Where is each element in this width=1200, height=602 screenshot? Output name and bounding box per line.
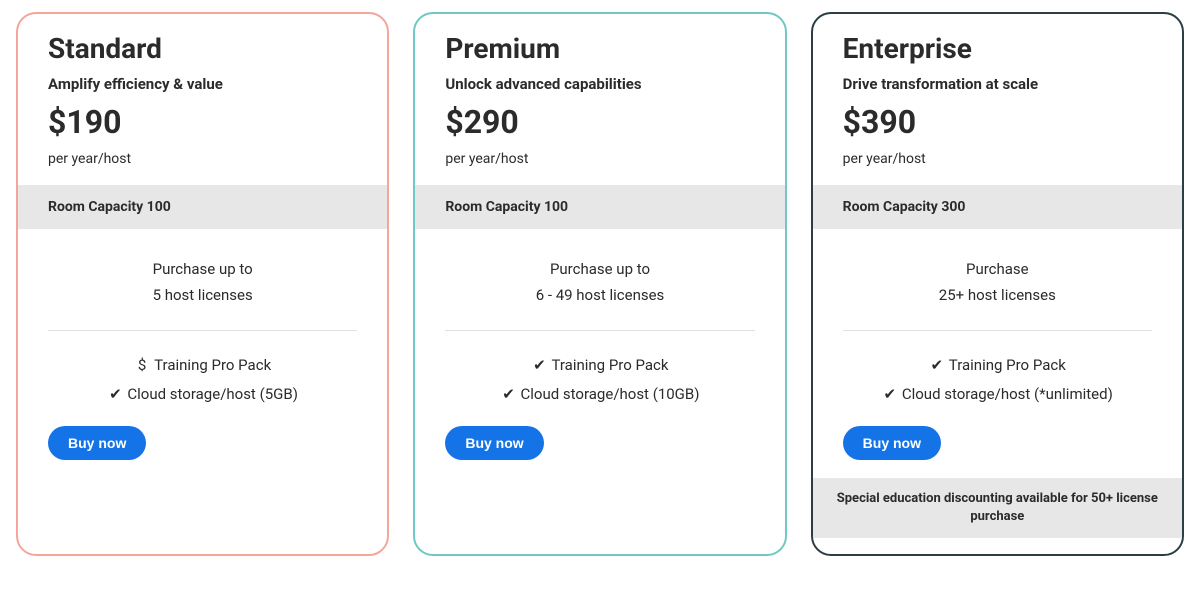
feature-label: Cloud storage/host (*unlimited) <box>902 385 1113 403</box>
plan-title: Enterprise <box>843 32 1152 65</box>
buy-now-button[interactable]: Buy now <box>843 426 941 460</box>
plan-price: $190 <box>48 103 357 141</box>
plan-title: Standard <box>48 32 357 65</box>
dollar-icon: $ <box>134 351 150 380</box>
feature-label: Training Pro Pack <box>551 356 668 374</box>
plan-features: $Training Pro Pack ✔Cloud storage/host (… <box>18 331 387 426</box>
plan-purchase-info: Purchase up to 5 host licenses <box>18 257 387 330</box>
plan-tagline: Unlock advanced capabilities <box>445 75 754 93</box>
plan-capacity: Room Capacity 300 <box>813 185 1182 229</box>
purchase-line1: Purchase <box>843 257 1152 283</box>
feature-cloud-storage: ✔Cloud storage/host (10GB) <box>445 380 754 409</box>
purchase-line1: Purchase up to <box>48 257 357 283</box>
feature-label: Cloud storage/host (10GB) <box>521 385 700 403</box>
plan-purchase-info: Purchase 25+ host licenses <box>813 257 1182 330</box>
pricing-cards: Standard Amplify efficiency & value $190… <box>16 12 1184 556</box>
check-icon: ✔ <box>531 351 547 380</box>
purchase-line2: 5 host licenses <box>48 283 357 309</box>
plan-tagline: Amplify efficiency & value <box>48 75 357 93</box>
buy-now-button[interactable]: Buy now <box>445 426 543 460</box>
plan-unit: per year/host <box>48 151 357 167</box>
plan-title: Premium <box>445 32 754 65</box>
plan-card-standard: Standard Amplify efficiency & value $190… <box>16 12 389 556</box>
plan-card-enterprise: Enterprise Drive transformation at scale… <box>811 12 1184 556</box>
plan-price: $290 <box>445 103 754 141</box>
feature-label: Training Pro Pack <box>949 356 1066 374</box>
plan-features: ✔Training Pro Pack ✔Cloud storage/host (… <box>415 331 784 426</box>
feature-training-pro-pack: ✔Training Pro Pack <box>445 351 754 380</box>
check-icon: ✔ <box>882 380 898 409</box>
plan-capacity: Room Capacity 100 <box>415 185 784 229</box>
plan-unit: per year/host <box>843 151 1152 167</box>
check-icon: ✔ <box>929 351 945 380</box>
plan-price: $390 <box>843 103 1152 141</box>
buy-now-button[interactable]: Buy now <box>48 426 146 460</box>
feature-label: Cloud storage/host (5GB) <box>127 385 298 403</box>
plan-card-premium: Premium Unlock advanced capabilities $29… <box>413 12 786 556</box>
feature-training-pro-pack: $Training Pro Pack <box>48 351 357 380</box>
purchase-line2: 6 - 49 host licenses <box>445 283 754 309</box>
plan-tagline: Drive transformation at scale <box>843 75 1152 93</box>
feature-cloud-storage: ✔Cloud storage/host (5GB) <box>48 380 357 409</box>
plan-purchase-info: Purchase up to 6 - 49 host licenses <box>415 257 784 330</box>
special-discount-note: Special education discounting available … <box>813 478 1182 538</box>
plan-unit: per year/host <box>445 151 754 167</box>
plan-features: ✔Training Pro Pack ✔Cloud storage/host (… <box>813 331 1182 426</box>
purchase-line1: Purchase up to <box>445 257 754 283</box>
purchase-line2: 25+ host licenses <box>843 283 1152 309</box>
feature-label: Training Pro Pack <box>154 356 271 374</box>
feature-training-pro-pack: ✔Training Pro Pack <box>843 351 1152 380</box>
check-icon: ✔ <box>107 380 123 409</box>
plan-capacity: Room Capacity 100 <box>18 185 387 229</box>
check-icon: ✔ <box>501 380 517 409</box>
feature-cloud-storage: ✔Cloud storage/host (*unlimited) <box>843 380 1152 409</box>
